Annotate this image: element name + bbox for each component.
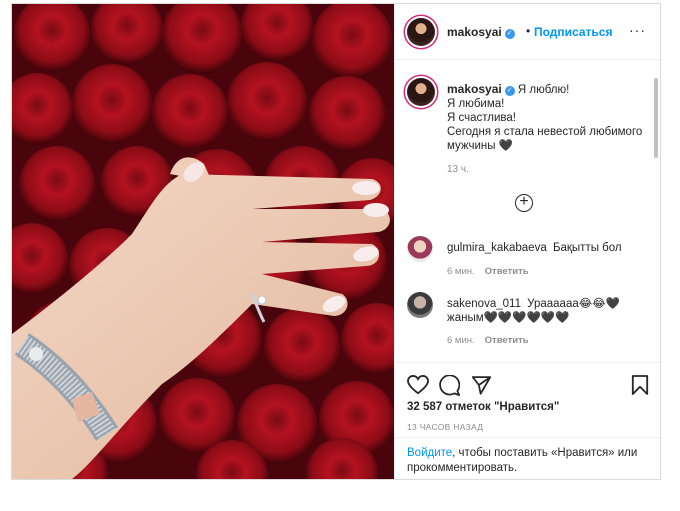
comment-body: Бақытты бол bbox=[552, 242, 622, 254]
comment-timestamp[interactable]: 6 мин. bbox=[447, 266, 475, 277]
share-icon[interactable] bbox=[471, 375, 492, 395]
post-photo[interactable] bbox=[12, 4, 394, 479]
login-link[interactable]: Войдите bbox=[407, 447, 452, 459]
comment-meta: 6 мин. Ответить bbox=[447, 266, 529, 277]
verified-badge-icon: ✓ bbox=[504, 86, 515, 96]
caption-avatar[interactable] bbox=[407, 78, 435, 106]
bookmark-icon[interactable] bbox=[631, 375, 649, 395]
login-prompt: Войдите, чтобы поставить «Нравится» или … bbox=[395, 437, 660, 479]
reply-button[interactable]: Ответить bbox=[485, 266, 529, 277]
caption-line: Я счастлива! bbox=[447, 112, 516, 124]
post-header: makosyai ✓ • Подписаться ··· bbox=[395, 4, 660, 60]
author-username[interactable]: makosyai ✓ bbox=[447, 25, 515, 39]
comment-icon[interactable] bbox=[439, 375, 460, 396]
caption-username[interactable]: makosyai bbox=[447, 82, 502, 96]
likes-count[interactable]: 32 587 отметок "Нравится" bbox=[407, 401, 559, 413]
caption-line: Я люблю! bbox=[517, 84, 570, 96]
instagram-post: makosyai ✓ • Подписаться ··· makosyai ✓ Я … bbox=[11, 3, 661, 480]
author-avatar[interactable] bbox=[407, 18, 435, 46]
comments-scrollbar[interactable] bbox=[654, 78, 658, 158]
caption-line: Я любима! bbox=[447, 98, 505, 110]
comment-text: sakenova_011 Ураааааа😂😂🖤 жаным🖤🖤🖤🖤🖤🖤 bbox=[447, 297, 647, 325]
commenter-username[interactable]: gulmira_kakabaeva bbox=[447, 242, 547, 254]
commenter-avatar[interactable] bbox=[407, 292, 433, 318]
commenter-avatar[interactable] bbox=[407, 236, 433, 262]
post-time-ago[interactable]: 13 ЧАСОВ НАЗАД bbox=[407, 422, 483, 432]
comment-text: gulmira_kakabaeva Бақытты бол bbox=[447, 241, 647, 255]
separator-dot: • bbox=[526, 24, 531, 38]
caption-line: Сегодня я стала невестой любимого мужчин… bbox=[447, 126, 643, 152]
commenter-username[interactable]: sakenova_011 bbox=[447, 298, 521, 310]
load-more-comments-icon[interactable]: + bbox=[515, 194, 533, 212]
comment-timestamp[interactable]: 6 мин. bbox=[447, 335, 475, 346]
post-side-panel: makosyai ✓ • Подписаться ··· makosyai ✓ Я … bbox=[394, 4, 660, 479]
caption-timestamp[interactable]: 13 ч. bbox=[447, 164, 469, 175]
post-photo-image bbox=[12, 4, 394, 479]
caption-text: makosyai ✓ Я люблю! Я любима! Я счастлива… bbox=[447, 82, 643, 153]
more-options-icon[interactable]: ··· bbox=[629, 22, 646, 38]
verified-badge-icon: ✓ bbox=[504, 29, 515, 39]
follow-button[interactable]: Подписаться bbox=[534, 25, 612, 39]
author-username-text[interactable]: makosyai bbox=[447, 25, 502, 39]
heart-icon[interactable] bbox=[407, 375, 429, 395]
post-actions: 32 587 отметок "Нравится" 13 ЧАСОВ НАЗАД bbox=[395, 362, 660, 437]
comment-meta: 6 мин. Ответить bbox=[447, 335, 529, 346]
comments-area[interactable]: makosyai ✓ Я люблю! Я любима! Я счастлива… bbox=[395, 60, 660, 362]
reply-button[interactable]: Ответить bbox=[485, 335, 529, 346]
